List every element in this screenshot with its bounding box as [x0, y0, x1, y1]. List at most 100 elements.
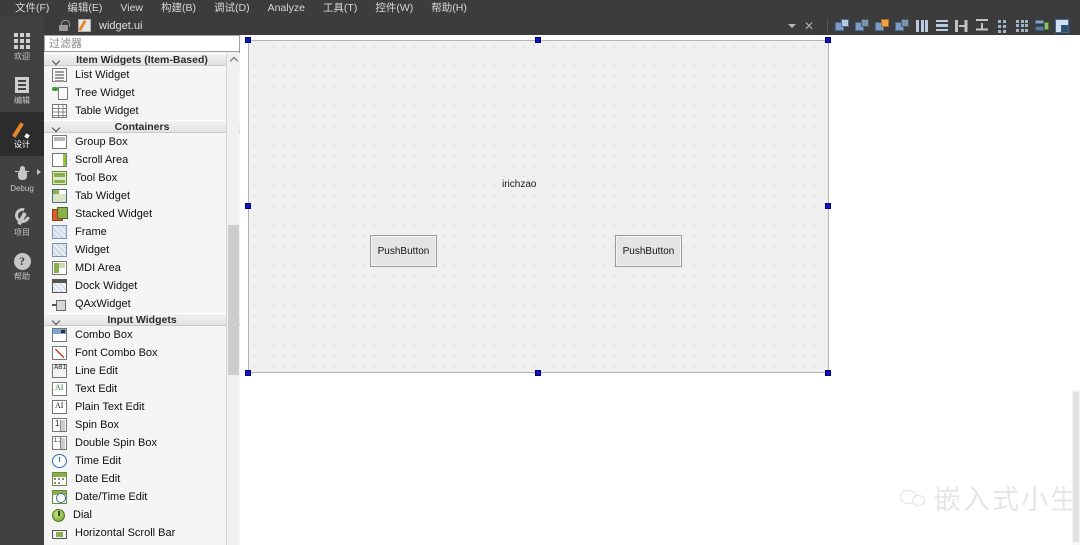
selection-handle-bottom-center[interactable]: [535, 370, 541, 376]
menu-item-analyze[interactable]: Analyze: [259, 0, 314, 16]
widget-item-label: Frame: [75, 226, 107, 238]
widget-item-label: Text Edit: [75, 383, 118, 395]
scrollbar-thumb[interactable]: [228, 225, 239, 375]
mode-help[interactable]: ? 帮助: [0, 244, 44, 288]
widget-item-dial[interactable]: Dial: [44, 506, 240, 524]
open-file-name[interactable]: widget.ui: [99, 20, 142, 32]
widget-item-label: Font Combo Box: [75, 347, 158, 359]
menu-item-build[interactable]: 构建(B): [152, 0, 205, 16]
mode-welcome[interactable]: 欢迎: [0, 24, 44, 68]
mode-debug[interactable]: Debug: [0, 156, 44, 200]
widget-item-scroll-area[interactable]: Scroll Area: [44, 151, 240, 169]
selection-handle-top-center[interactable]: [535, 37, 541, 43]
widget-group-input-widgets[interactable]: Input Widgets: [44, 313, 240, 326]
window-scrollbar-thumb[interactable]: [1073, 392, 1079, 542]
ui-file-icon: [78, 19, 91, 32]
widget-group-containers[interactable]: Containers: [44, 120, 240, 133]
qt-creator-window: 文件(F) 编辑(E) View 构建(B) 调试(D) Analyze 工具(…: [0, 0, 1080, 545]
menu-item-edit[interactable]: 编辑(E): [58, 0, 111, 16]
chevron-down-icon[interactable]: [787, 23, 796, 28]
filter-input[interactable]: 过滤器: [44, 35, 240, 52]
close-x-icon[interactable]: ✕: [804, 20, 814, 32]
menu-item-widgets[interactable]: 控件(W): [366, 0, 422, 16]
widget-item-spin-box[interactable]: Spin Box: [44, 416, 240, 434]
widget-item-label: Horizontal Scroll Bar: [75, 527, 176, 539]
scroll-area-icon: [52, 153, 67, 167]
mode-design[interactable]: 设计: [0, 112, 44, 156]
widget-item-label: Spin Box: [75, 419, 120, 431]
menu-item-help[interactable]: 帮助(H): [422, 0, 476, 16]
menu-item-tools[interactable]: 工具(T): [314, 0, 366, 16]
unlocked-padlock-icon[interactable]: [58, 20, 70, 31]
design-canvas-area[interactable]: irichzao PushButton PushButton: [241, 35, 1080, 545]
widget-item-list-widget[interactable]: List Widget: [44, 66, 240, 84]
widget-item-plain-text-edit[interactable]: Plain Text Edit: [44, 398, 240, 416]
widget-item-dock-widget[interactable]: Dock Widget: [44, 277, 240, 295]
widget-item-label: List Widget: [75, 69, 130, 81]
lay-out-horizontally-icon[interactable]: [875, 18, 889, 33]
widget-item-line-edit[interactable]: Line Edit: [44, 362, 240, 380]
push-button-2[interactable]: PushButton: [615, 235, 682, 267]
widget-group-title: Containers: [114, 120, 170, 133]
mode-welcome-label: 欢迎: [14, 52, 30, 61]
widget-item-table-widget[interactable]: Table Widget: [44, 102, 240, 120]
widget-item-widget[interactable]: Widget: [44, 241, 240, 259]
menu-item-view[interactable]: View: [111, 0, 152, 16]
adjust-size-icon[interactable]: [855, 18, 869, 33]
widget-icon: [52, 243, 67, 257]
widget-item-date-edit[interactable]: Date Edit: [44, 470, 240, 488]
table-widget-icon: [52, 104, 67, 118]
widget-item-label: Date/Time Edit: [75, 491, 148, 503]
selection-handle-top-left[interactable]: [245, 37, 251, 43]
widget-group-item-widgets[interactable]: Item Widgets (Item-Based): [44, 53, 240, 66]
widget-item-group-box[interactable]: Group Box: [44, 133, 240, 151]
lay-out-in-splitter-horizontal-icon[interactable]: [915, 19, 929, 33]
widget-item-time-edit[interactable]: Time Edit: [44, 452, 240, 470]
scroll-up-arrow-icon[interactable]: [227, 53, 240, 66]
selection-handle-top-right[interactable]: [825, 37, 831, 43]
chevron-right-icon[interactable]: [37, 169, 41, 175]
mode-edit[interactable]: 编辑: [0, 68, 44, 112]
mode-projects-label: 项目: [14, 228, 30, 237]
widget-item-horizontal-scroll-bar[interactable]: Horizontal Scroll Bar: [44, 524, 240, 542]
selection-handle-bottom-left[interactable]: [245, 370, 251, 376]
widget-item-tree-widget[interactable]: Tree Widget: [44, 84, 240, 102]
mode-projects[interactable]: 项目: [0, 200, 44, 244]
line-edit-icon: [52, 364, 67, 378]
plain-text-edit-icon: [52, 400, 67, 414]
selection-handle-bottom-right[interactable]: [825, 370, 831, 376]
widget-item-frame[interactable]: Frame: [44, 223, 240, 241]
lay-out-in-splitter-vertical-icon[interactable]: [935, 19, 949, 33]
widget-item-date-time-edit[interactable]: Date/Time Edit: [44, 488, 240, 506]
widget-item-combo-box[interactable]: Combo Box: [44, 326, 240, 344]
menu-item-debug[interactable]: 调试(D): [205, 0, 259, 16]
widget-item-tab-widget[interactable]: Tab Widget: [44, 187, 240, 205]
pencil-icon: [13, 119, 32, 139]
form-widget[interactable]: irichzao PushButton PushButton: [248, 40, 829, 373]
lay-out-in-grid-icon[interactable]: [955, 19, 969, 33]
widget-item-font-combo-box[interactable]: Font Combo Box: [44, 344, 240, 362]
widget-list[interactable]: Item Widgets (Item-Based) List Widget Tr…: [44, 53, 240, 545]
break-layout-icon[interactable]: [835, 18, 849, 33]
form-label-irichzao[interactable]: irichzao: [502, 179, 536, 190]
widget-item-double-spin-box[interactable]: Double Spin Box: [44, 434, 240, 452]
lay-out-vertically-icon[interactable]: [895, 18, 909, 33]
widget-item-tool-box[interactable]: Tool Box: [44, 169, 240, 187]
widget-box-scrollbar[interactable]: [226, 53, 240, 545]
widget-item-mdi-area[interactable]: MDI Area: [44, 259, 240, 277]
document-icon: [15, 75, 29, 95]
preview-icon[interactable]: [1055, 18, 1069, 33]
edit-tab-order-icon[interactable]: [995, 19, 1009, 33]
selection-handle-middle-right[interactable]: [825, 203, 831, 209]
edit-signals-slots-icon[interactable]: [1035, 19, 1049, 33]
selection-handle-middle-left[interactable]: [245, 203, 251, 209]
time-edit-icon: [52, 454, 67, 468]
widget-item-qaxwidget[interactable]: QAxWidget: [44, 295, 240, 313]
widget-item-text-edit[interactable]: Text Edit: [44, 380, 240, 398]
edit-buddies-icon[interactable]: [1015, 19, 1029, 33]
lay-out-in-form-icon[interactable]: [975, 18, 989, 33]
push-button-1[interactable]: PushButton: [370, 235, 437, 267]
menu-item-file[interactable]: 文件(F): [6, 0, 58, 16]
mode-selector-bar: 欢迎 编辑 设计 Debug 项目 ? 帮助: [0, 16, 44, 545]
widget-item-stacked-widget[interactable]: Stacked Widget: [44, 205, 240, 223]
